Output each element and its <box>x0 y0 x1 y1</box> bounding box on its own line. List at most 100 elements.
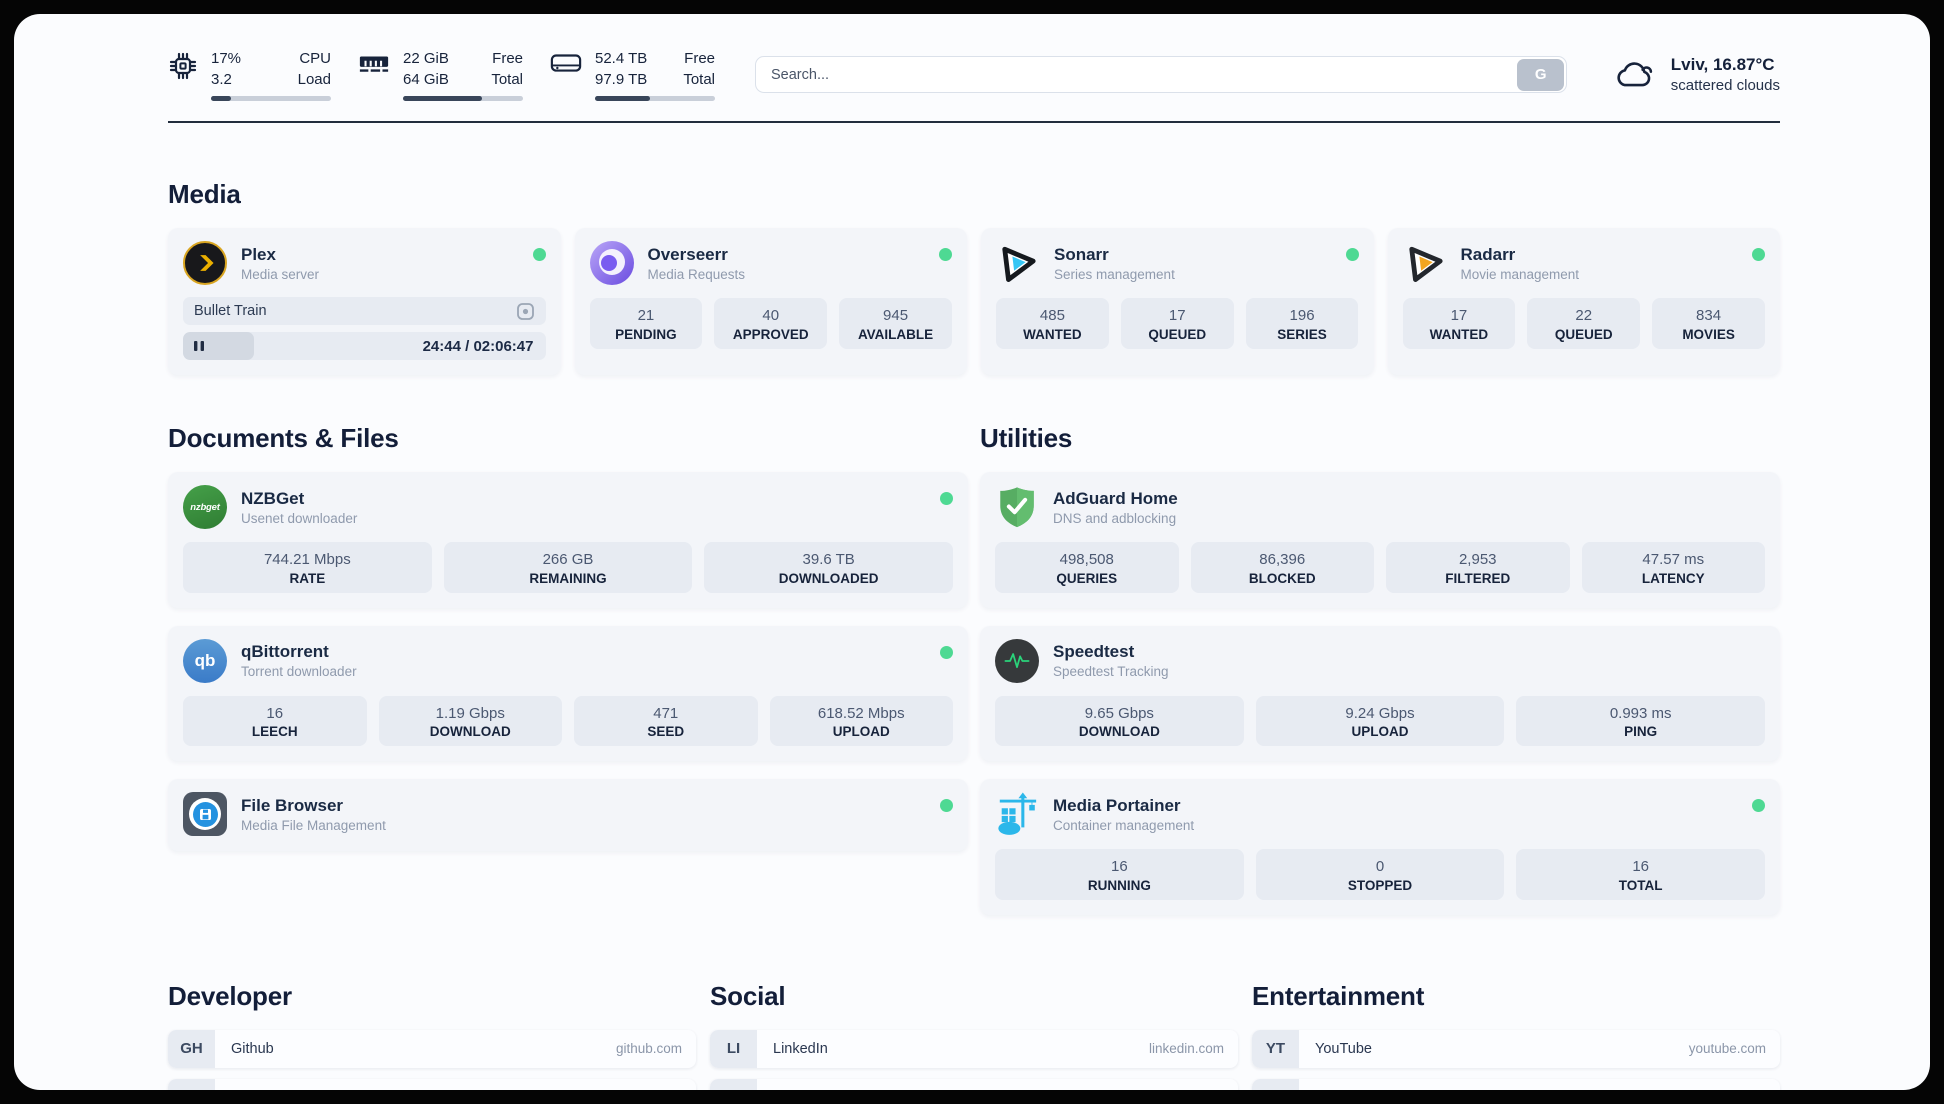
stat-label: LATENCY <box>1641 570 1705 586</box>
qbittorrent-card[interactable]: qb qBittorrent Torrent downloader 16 LEE… <box>168 625 968 761</box>
disk-readout: 52.4 TB 97.9 TB Free Total <box>595 48 715 101</box>
memory-free-value: 22 GiB <box>403 50 449 67</box>
plex-card[interactable]: Plex Media server Bullet Train 24:44 / 0… <box>168 228 561 375</box>
stat-value: 498,508 <box>1059 551 1114 568</box>
overseerr-status-indicator <box>939 248 952 261</box>
stat-label: APPROVED <box>732 326 809 342</box>
speedtest-icon <box>995 638 1039 683</box>
memory-progress-fill <box>403 96 483 101</box>
sonarr-subtitle: Series management <box>1054 266 1175 282</box>
radarr-header: Radarr Movie management <box>1403 241 1765 285</box>
stat-label: TOTAL <box>1618 877 1663 893</box>
plex-name: Plex <box>241 244 276 264</box>
stat-tile-seed: 471 SEED <box>574 695 758 746</box>
search-engine-button[interactable]: G <box>1517 58 1565 91</box>
cpu-load-label: Load <box>297 71 331 88</box>
stat-value: 22 <box>1575 307 1593 324</box>
stop-icon[interactable] <box>516 302 535 321</box>
bookmark-twitter[interactable]: TW Twitter twitter.com <box>710 1078 1238 1090</box>
filebrowser-icon <box>183 792 227 836</box>
stat-label: RATE <box>289 570 326 586</box>
portainer-header: Media Portainer Container management <box>995 792 1765 836</box>
stat-value: 2,953 <box>1458 551 1497 568</box>
bookmark-stackoverflow[interactable]: SO StackOverflow stackoverflow.com <box>168 1078 696 1090</box>
disk-icon <box>550 54 582 72</box>
bookmark-youtube[interactable]: YT YouTube youtube.com <box>1252 1029 1780 1068</box>
stat-tile-approved: 40 APPROVED <box>714 298 828 349</box>
plex-playback-progress: 24:44 / 02:06:47 <box>183 332 546 360</box>
filebrowser-icon-disc <box>192 801 218 827</box>
speedtest-card[interactable]: Speedtest Speedtest Tracking 9.65 Gbps D… <box>980 625 1780 761</box>
linkedin-badge: LI <box>710 1029 757 1068</box>
stat-label: AVAILABLE <box>857 326 934 342</box>
bookmarks-section: Developer GH Github github.com SO StackO… <box>168 980 1780 1090</box>
stat-tile-upload: 9.24 Gbps UPLOAD <box>1255 695 1505 746</box>
speedtest-titles: Speedtest Speedtest Tracking <box>1053 642 1169 679</box>
stackoverflow-badge: SO <box>168 1078 215 1090</box>
overseerr-card[interactable]: Overseerr Media Requests 21 PENDING 40 A… <box>574 228 967 375</box>
stat-tile-queued: 22 QUEUED <box>1527 298 1641 349</box>
nzbget-subtitle: Usenet downloader <box>241 510 358 526</box>
filebrowser-titles: File Browser Media File Management <box>241 796 386 833</box>
cpu-widget: 17% 3.2 CPU Load <box>168 48 331 101</box>
overseerr-titles: Overseerr Media Requests <box>648 245 746 282</box>
pause-icon <box>194 341 204 351</box>
plex-playback-time: 24:44 / 02:06:47 <box>422 337 534 355</box>
utilities-column: Utilities AdGuard Home DNS and adblockin… <box>980 423 1780 933</box>
filebrowser-status-indicator <box>940 799 953 812</box>
stat-value: 266 GB <box>542 551 594 568</box>
floppy-icon <box>199 808 211 820</box>
radarr-card[interactable]: Radarr Movie management 17 WANTED 22 QUE… <box>1387 228 1780 375</box>
stat-label: WANTED <box>1023 326 1082 342</box>
adguard-card[interactable]: AdGuard Home DNS and adblocking 498,508 … <box>980 472 1780 608</box>
adguard-subtitle: DNS and adblocking <box>1053 510 1177 526</box>
stat-tile-filtered: 2,953 FILTERED <box>1386 542 1570 593</box>
social-column: Social LI LinkedIn linkedin.com TW Twitt… <box>710 980 1238 1090</box>
portainer-name: Media Portainer <box>1053 795 1181 815</box>
weather-text: Lviv, 16.87°C scattered clouds <box>1671 55 1780 94</box>
bookmark-linkedin[interactable]: LI LinkedIn linkedin.com <box>710 1029 1238 1068</box>
stat-value: 9.24 Gbps <box>1345 704 1415 722</box>
adguard-stats: 498,508 QUERIES 86,396 BLOCKED 2,953 FIL… <box>995 542 1765 593</box>
portainer-stats: 16 RUNNING 0 STOPPED 16 TOTAL <box>995 849 1766 900</box>
bookmark-github[interactable]: GH Github github.com <box>168 1029 696 1068</box>
stat-value: 485 <box>1039 307 1065 324</box>
portainer-status-indicator <box>1752 799 1765 812</box>
pause-button[interactable] <box>193 340 205 352</box>
overseerr-header: Overseerr Media Requests <box>589 241 952 285</box>
cpu-progress-fill <box>211 96 232 101</box>
bookmark-netflix[interactable]: NF Netflix netflix.com <box>1252 1078 1780 1090</box>
stat-label: QUERIES <box>1056 570 1118 586</box>
plex-now-playing-row: Bullet Train <box>183 297 546 325</box>
radarr-titles: Radarr Movie management <box>1461 245 1580 282</box>
stat-value: 1.19 Gbps <box>435 704 505 722</box>
memory-progress-bar <box>403 96 523 101</box>
portainer-crane-icon <box>995 792 1039 836</box>
media-grid: Plex Media server Bullet Train 24:44 / 0… <box>168 228 1780 375</box>
stat-value: 17 <box>1450 307 1468 324</box>
stat-value: 618.52 Mbps <box>817 704 905 722</box>
stat-tile-rate: 744.21 Mbps RATE <box>183 542 432 593</box>
nzbget-card[interactable]: nzbget NZBGet Usenet downloader 744.21 M… <box>168 472 968 608</box>
search-input[interactable] <box>755 56 1567 93</box>
portainer-card[interactable]: Media Portainer Container management 16 … <box>980 779 1780 915</box>
plex-icon <box>183 241 227 285</box>
stat-tile-available: 945 AVAILABLE <box>839 298 952 349</box>
plex-now-playing-title: Bullet Train <box>194 303 267 319</box>
overseerr-icon <box>589 241 634 285</box>
stat-tile-pending: 21 PENDING <box>589 298 703 349</box>
stat-label: DOWNLOADED <box>778 570 879 586</box>
stat-value: 945 <box>883 307 909 324</box>
overseerr-name: Overseerr <box>647 244 728 264</box>
sonarr-card[interactable]: Sonarr Series management 485 WANTED 17 Q… <box>981 228 1374 375</box>
social-section-title: Social <box>710 980 786 1011</box>
stat-tile-movies: 834 MOVIES <box>1652 298 1765 349</box>
stat-value: 16 <box>1110 858 1128 875</box>
stat-value: 40 <box>762 307 780 324</box>
radarr-status-indicator <box>1752 248 1765 261</box>
cloud-icon <box>1617 61 1652 86</box>
memory-icon <box>359 56 389 72</box>
filebrowser-card[interactable]: File Browser Media File Management <box>168 779 968 851</box>
nzbget-icon-text: nzbget <box>190 501 220 513</box>
system-widgets: 17% 3.2 CPU Load 22 GiB 64 GiB Free Tota… <box>168 48 715 101</box>
